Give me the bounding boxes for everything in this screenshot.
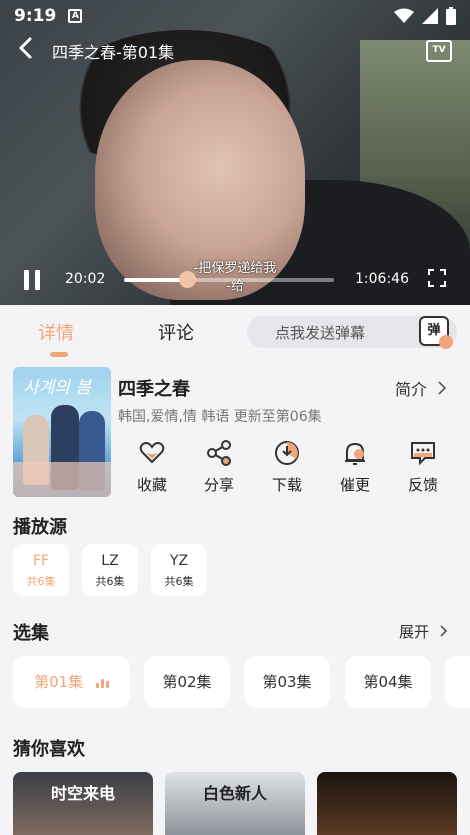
- favorite-button[interactable]: 收藏: [122, 440, 182, 495]
- recommend-card[interactable]: 白色新人: [165, 772, 305, 835]
- video-title: 四季之春-第01集: [52, 43, 175, 62]
- expand-label: 展开: [399, 623, 430, 641]
- action-row: 收藏 分享 下载 催更 反馈: [118, 440, 463, 495]
- recommend-title: 白色新人: [202, 784, 267, 803]
- tab-indicator: [50, 352, 68, 357]
- intro-link[interactable]: 简介: [395, 376, 447, 400]
- share-icon: [206, 440, 232, 466]
- progress-slider[interactable]: [124, 271, 334, 288]
- source-name: YZ: [169, 553, 189, 569]
- source-name: LZ: [101, 553, 119, 569]
- sources-heading: 播放源: [13, 517, 67, 538]
- episode-item-1[interactable]: 第01集: [13, 656, 130, 708]
- download-button[interactable]: 下载: [257, 440, 317, 495]
- status-bar: 9:19 A: [0, 0, 470, 32]
- back-icon[interactable]: [18, 37, 44, 65]
- poster-title-text: 사계의 봄: [23, 378, 91, 398]
- pause-icon[interactable]: [24, 270, 40, 290]
- progress-knob[interactable]: [179, 271, 196, 288]
- recommend-title: 时空来电: [50, 784, 115, 803]
- feedback-icon: [410, 440, 436, 466]
- show-meta: 韩国,爱情,情 韩语 更新至第06集: [118, 409, 322, 425]
- intro-label: 简介: [395, 380, 428, 399]
- source-name: FF: [32, 553, 50, 569]
- source-count: 共6集: [164, 575, 194, 588]
- poster-figure: [13, 462, 111, 497]
- chevron-right-icon: [438, 380, 447, 399]
- bell-icon: [342, 440, 368, 466]
- episode-item-2[interactable]: 第02集: [144, 656, 230, 708]
- player-title-bar: 四季之春-第01集 TV: [0, 36, 470, 66]
- progress-fill: [124, 278, 187, 282]
- wifi-icon: [394, 8, 414, 23]
- share-label: 分享: [203, 476, 234, 494]
- episode-label: 第01集: [34, 673, 84, 691]
- current-time: 20:02: [65, 271, 106, 287]
- duration: 1:06:46: [355, 271, 409, 287]
- expand-link[interactable]: 展开: [399, 621, 448, 642]
- share-button[interactable]: 分享: [189, 440, 249, 495]
- source-count: 共6集: [95, 575, 125, 588]
- heart-icon: [139, 440, 165, 466]
- danmu-toggle-icon[interactable]: 弹: [419, 316, 453, 349]
- playing-indicator-icon: [94, 657, 109, 709]
- source-count: 共6集: [26, 575, 56, 588]
- favorite-label: 收藏: [136, 476, 167, 494]
- episode-item-partial[interactable]: [445, 656, 470, 708]
- feedback-label: 反馈: [407, 476, 438, 494]
- status-icons: [394, 7, 456, 25]
- download-label: 下载: [271, 476, 302, 494]
- urge-update-label: 催更: [339, 476, 370, 494]
- tv-cast-icon[interactable]: TV: [426, 40, 452, 62]
- episode-item-4[interactable]: 第04集: [345, 656, 431, 708]
- status-time: 9:19: [14, 6, 57, 26]
- video-player[interactable]: 9:19 A 四季之春-第01集 TV -把保罗递给我 -给 20:02 1:0…: [0, 0, 470, 305]
- feedback-button[interactable]: 反馈: [393, 440, 453, 495]
- recommend-card[interactable]: [317, 772, 457, 835]
- recommend-heading: 猜你喜欢: [13, 739, 85, 760]
- notification-icon: A: [68, 9, 83, 23]
- chevron-right-icon: [440, 623, 448, 641]
- fullscreen-icon[interactable]: [428, 269, 446, 287]
- source-option-ff[interactable]: FF 共6集: [13, 544, 69, 596]
- download-icon: [274, 440, 300, 466]
- tab-details[interactable]: 详情: [38, 319, 74, 345]
- episode-item-3[interactable]: 第03集: [244, 656, 330, 708]
- source-option-yz[interactable]: YZ 共6集: [151, 544, 207, 596]
- danmu-icon-char: 弹: [427, 323, 441, 338]
- signal-icon: [422, 8, 438, 24]
- episodes-heading: 选集: [13, 623, 49, 644]
- recommend-card[interactable]: 时空来电: [13, 772, 153, 835]
- show-poster: 사계의 봄: [13, 367, 111, 497]
- show-title: 四季之春: [118, 379, 190, 400]
- source-option-lz[interactable]: LZ 共6集: [82, 544, 138, 596]
- tab-comments[interactable]: 评论: [158, 319, 194, 345]
- danmu-check-icon: [439, 335, 453, 349]
- player-controls: 20:02 1:06:46: [0, 262, 470, 298]
- urge-update-button[interactable]: 催更: [325, 440, 385, 495]
- battery-icon: [446, 7, 456, 25]
